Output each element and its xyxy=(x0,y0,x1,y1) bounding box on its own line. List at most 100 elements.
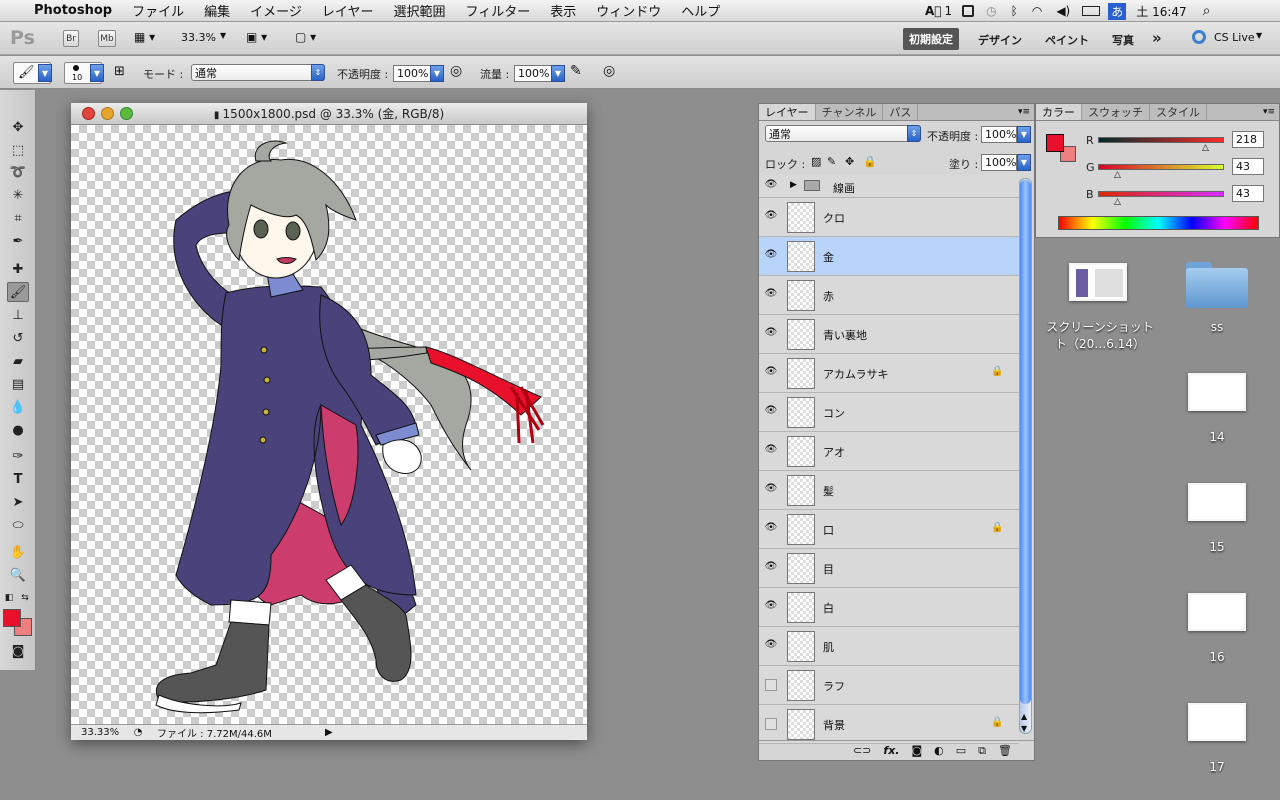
lock-pixels-icon[interactable]: ✎ xyxy=(827,155,836,168)
menu-app-name[interactable]: Photoshop xyxy=(34,3,112,18)
foreground-color-swatch[interactable] xyxy=(3,609,21,627)
workspace-essentials[interactable]: 初期設定 xyxy=(903,28,959,50)
file-14-label[interactable]: 14 xyxy=(1188,430,1246,444)
eye-icon[interactable]: 👁 xyxy=(763,522,779,536)
layer-style-icon[interactable]: fx. xyxy=(883,744,899,757)
fill-dropdown-icon[interactable]: ▼ xyxy=(1017,154,1031,171)
tab-layers[interactable]: レイヤー xyxy=(759,104,816,120)
eye-icon[interactable]: 👁 xyxy=(763,444,779,458)
tab-swatches[interactable]: スウォッチ xyxy=(1082,104,1150,120)
panel-menu-icon[interactable]: ▾≡ xyxy=(1018,104,1034,120)
eye-icon[interactable]: 👁 xyxy=(763,179,779,193)
scroll-down-arrow-icon[interactable]: ▼ xyxy=(1021,724,1027,733)
mode-select[interactable]: 通常 xyxy=(191,64,325,81)
pressure-size-icon[interactable]: ◎ xyxy=(603,63,615,79)
type-tool-icon[interactable]: T xyxy=(7,469,29,489)
layer-name[interactable]: 背景 xyxy=(823,717,845,733)
eraser-tool-icon[interactable]: ▰ xyxy=(7,351,29,371)
cs-live-dropdown-icon[interactable]: ▼ xyxy=(1256,31,1262,40)
blend-mode-dropdown-icon[interactable]: ⇕ xyxy=(907,125,921,142)
file-17-icon[interactable] xyxy=(1188,703,1246,741)
pen-tool-icon[interactable]: ✑ xyxy=(7,446,29,466)
workspace-paint[interactable]: ペイント xyxy=(1045,32,1089,48)
layer-row[interactable]: 👁 アオ xyxy=(759,432,1019,471)
menu-select[interactable]: 選択範囲 xyxy=(394,1,446,20)
tool-preset-dropdown-icon[interactable]: ▼ xyxy=(38,64,52,82)
pressure-opacity-icon[interactable]: ◎ xyxy=(450,63,462,79)
brush-tool-icon[interactable]: 🖌 xyxy=(7,282,29,302)
move-tool-icon[interactable]: ✥ xyxy=(7,117,29,137)
layer-name[interactable]: 口 xyxy=(823,522,834,538)
volume-icon[interactable]: ◀) xyxy=(1056,4,1070,18)
bridge-button[interactable]: Br xyxy=(63,30,79,47)
time-machine-icon[interactable]: ◷ xyxy=(986,4,996,18)
eye-icon[interactable]: 👁 xyxy=(763,483,779,497)
folder-label[interactable]: ss xyxy=(1186,320,1248,334)
eye-icon[interactable]: 👁 xyxy=(763,210,779,224)
workspace-photo[interactable]: 写真 xyxy=(1112,32,1134,48)
clone-stamp-tool-icon[interactable]: ⊥ xyxy=(7,305,29,325)
tab-color[interactable]: カラー xyxy=(1036,104,1082,120)
eye-icon[interactable]: 👁 xyxy=(763,405,779,419)
healing-brush-tool-icon[interactable]: ✚ xyxy=(7,259,29,279)
file-15-icon[interactable] xyxy=(1188,483,1246,521)
clock[interactable]: 土 16:47 xyxy=(1136,3,1186,20)
workspace-design[interactable]: デザイン xyxy=(978,32,1022,48)
view-extras-button[interactable]: ▦ ▾ xyxy=(134,30,155,44)
layer-row[interactable]: 👁 白 xyxy=(759,588,1019,627)
mini-bridge-button[interactable]: Mb xyxy=(98,30,116,47)
color-panel-menu-icon[interactable]: ▾≡ xyxy=(1263,104,1279,120)
quick-mask-icon[interactable]: ◙ xyxy=(7,641,29,661)
fill-input[interactable]: 100% xyxy=(981,154,1017,171)
delete-layer-icon[interactable]: 🗑 xyxy=(998,744,1012,757)
layer-group-row[interactable]: 👁 ▶ 線画 xyxy=(759,175,1019,198)
folder-icon[interactable] xyxy=(1186,262,1248,308)
history-brush-tool-icon[interactable]: ↺ xyxy=(7,328,29,348)
arrange-documents-button[interactable]: ▣ ▾ xyxy=(246,30,267,44)
eye-icon[interactable]: 👁 xyxy=(763,600,779,614)
layer-name[interactable]: アカムラサキ xyxy=(823,366,888,382)
link-layers-icon[interactable]: ⊂⊃ xyxy=(853,744,871,757)
visibility-toggle[interactable] xyxy=(765,679,777,691)
blur-tool-icon[interactable]: 💧 xyxy=(7,397,29,417)
menu-layer[interactable]: レイヤー xyxy=(322,1,374,20)
zoom-status[interactable]: 33.33% xyxy=(71,727,131,738)
layer-name[interactable]: コン xyxy=(823,405,845,421)
eyedropper-tool-icon[interactable]: ✒ xyxy=(7,231,29,251)
brush-panel-icon[interactable]: ⊞ xyxy=(114,64,125,79)
dodge-tool-icon[interactable]: ● xyxy=(7,420,29,440)
flow-input[interactable]: 100% xyxy=(514,65,552,82)
menu-filter[interactable]: フィルター xyxy=(466,1,531,20)
layer-row[interactable]: 👁 青い裏地 xyxy=(759,315,1019,354)
tab-paths[interactable]: パス xyxy=(883,104,919,120)
ime-icon[interactable]: あ xyxy=(1108,2,1127,20)
file-15-label[interactable]: 15 xyxy=(1188,540,1246,554)
opacity-dropdown-icon[interactable]: ▼ xyxy=(430,65,444,82)
layer-mask-icon[interactable]: ◙ xyxy=(911,744,922,757)
layer-name[interactable]: 目 xyxy=(823,561,834,577)
layer-opacity-dropdown-icon[interactable]: ▼ xyxy=(1017,126,1031,143)
bluetooth-icon[interactable]: ᛒ xyxy=(1011,4,1018,18)
eye-icon[interactable]: 👁 xyxy=(763,639,779,653)
layer-name[interactable]: クロ xyxy=(823,210,845,226)
layer-row[interactable]: 👁 クロ xyxy=(759,198,1019,237)
screenshot-file-label[interactable]: スクリーンショット ト（20…6.14） xyxy=(1040,318,1160,352)
menu-help[interactable]: ヘルプ xyxy=(681,1,720,20)
lock-position-icon[interactable]: ✥ xyxy=(845,155,854,168)
eye-icon[interactable]: 👁 xyxy=(763,288,779,302)
document-titlebar[interactable]: ▮ 1500x1800.psd @ 33.3% (金, RGB/8) xyxy=(71,103,587,125)
gradient-tool-icon[interactable]: ▤ xyxy=(7,374,29,394)
shape-tool-icon[interactable]: ⬭ xyxy=(7,515,29,535)
lock-transparency-icon[interactable]: ▨ xyxy=(811,155,821,168)
layer-name[interactable]: ラフ xyxy=(823,678,845,694)
layer-row[interactable]: ラフ xyxy=(759,666,1019,705)
airbrush-icon[interactable]: ✎ xyxy=(570,63,582,79)
layer-row[interactable]: 👁 目 xyxy=(759,549,1019,588)
layer-name[interactable]: 白 xyxy=(823,600,834,616)
layer-row[interactable]: 👁 コン xyxy=(759,393,1019,432)
quick-select-tool-icon[interactable]: ✳ xyxy=(7,185,29,205)
layer-opacity-input[interactable]: 100% xyxy=(981,126,1017,143)
new-layer-icon[interactable]: ⧉ xyxy=(978,744,986,758)
zoom-tool-icon[interactable]: 🔍 xyxy=(7,565,29,585)
zoom-level[interactable]: 33.3% xyxy=(181,31,216,44)
